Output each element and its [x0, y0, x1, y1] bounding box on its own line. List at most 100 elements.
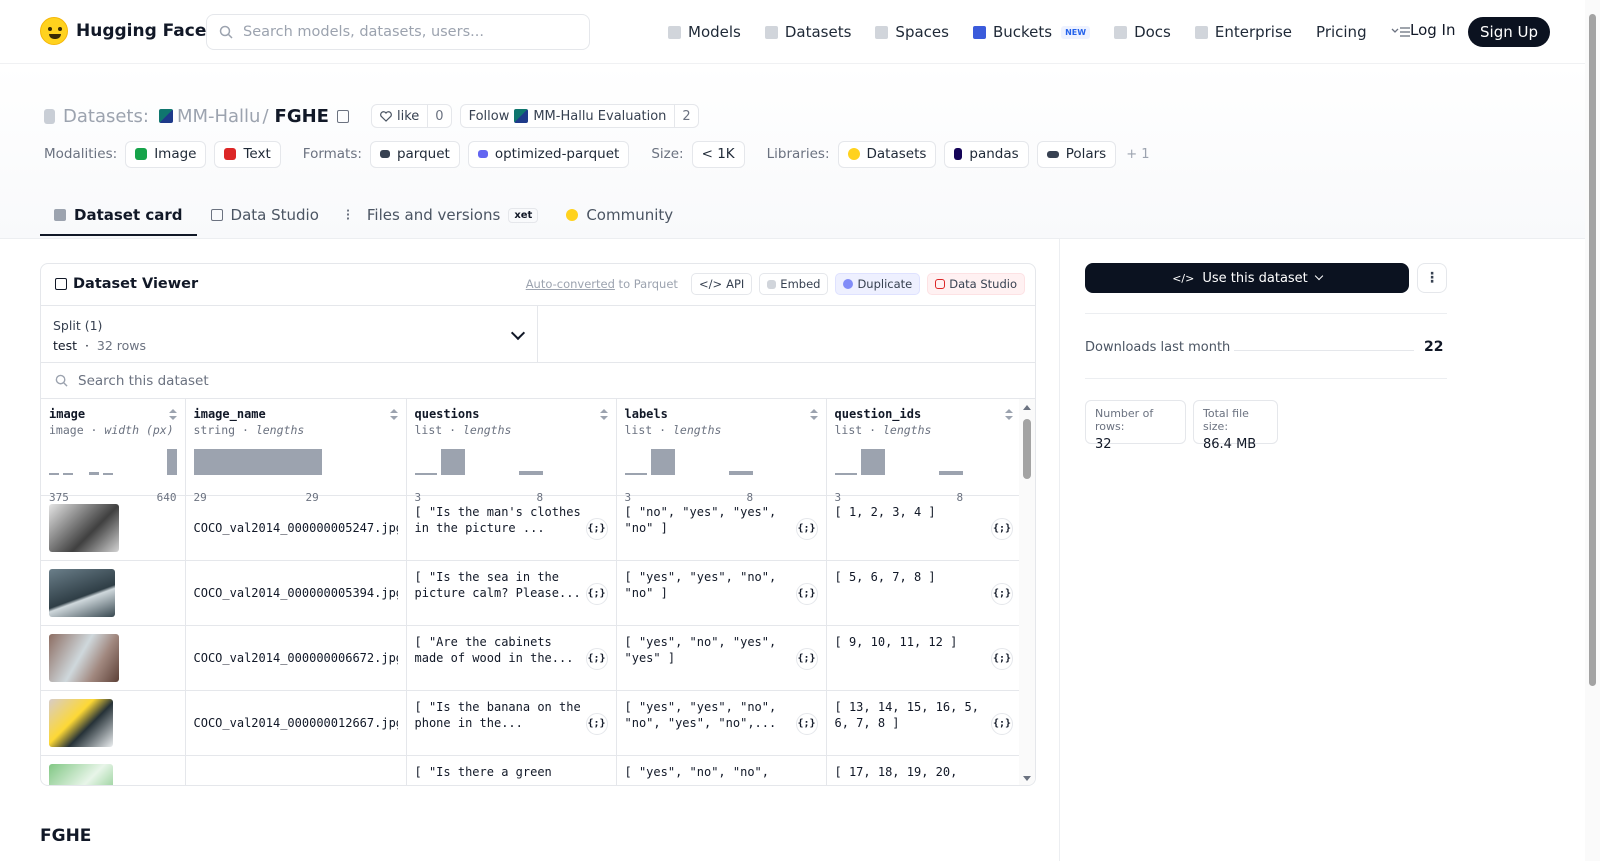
column-header-questions[interactable]: questions list · lengths 38: [406, 399, 617, 504]
labels-cell[interactable]: [ "yes", "yes", "no", "no", "yes", "no",…: [616, 690, 827, 756]
copy-icon[interactable]: [336, 109, 349, 123]
nav-pricing[interactable]: Pricing: [1316, 23, 1367, 41]
auto-converted-link[interactable]: Auto-converted: [526, 277, 615, 291]
data-studio-button[interactable]: Data Studio: [927, 273, 1025, 295]
json-expand-icon[interactable]: {;}: [991, 647, 1013, 670]
column-header-image[interactable]: image image · width (px) 375 640: [41, 399, 186, 504]
image-cell[interactable]: [41, 495, 186, 561]
use-this-dataset-button[interactable]: </> Use this dataset: [1085, 263, 1409, 293]
sort-icon[interactable]: [1005, 409, 1013, 421]
table-scrollbar[interactable]: [1019, 399, 1035, 785]
json-expand-icon[interactable]: {;}: [795, 712, 818, 735]
questions-cell[interactable]: [ "Is the man's clothes in the picture .…: [406, 495, 617, 561]
image-thumbnail[interactable]: [49, 633, 119, 682]
json-expand-icon[interactable]: {;}: [585, 647, 608, 670]
table-row[interactable]: COCO_val2014_000000012667.jpg [ "Is the …: [41, 690, 1021, 756]
tag-optimized-parquet[interactable]: optimized-parquet: [467, 140, 630, 168]
tag-polars[interactable]: Polars: [1036, 140, 1117, 168]
labels-cell[interactable]: [ "yes", "yes", "no", "no" ] {;}: [616, 560, 827, 626]
image-thumbnail[interactable]: [49, 503, 119, 552]
image-cell[interactable]: [41, 690, 186, 756]
split-selector[interactable]: Split (1) test · 32 rows: [41, 306, 538, 363]
questions-cell[interactable]: [ "Is the sea in the picture calm? Pleas…: [406, 560, 617, 626]
tab-community[interactable]: Community: [552, 196, 687, 234]
nav-spaces[interactable]: Spaces: [875, 23, 949, 41]
image-name-cell[interactable]: COCO_val2014_000000005247.jpg: [185, 495, 407, 561]
image-name-cell[interactable]: COCO_val2014_000000012667.jpg: [185, 690, 407, 756]
json-expand-icon[interactable]: {;}: [585, 517, 608, 540]
table-row[interactable]: [ "Is there a green [ "yes", "no", "no",…: [41, 755, 1021, 785]
breadcrumb-datasets[interactable]: Datasets:: [63, 106, 149, 127]
dataset-search-input[interactable]: Search this dataset: [41, 363, 1035, 399]
tag-size[interactable]: < 1K: [691, 140, 745, 168]
tag-text[interactable]: Text: [214, 140, 281, 168]
nav-docs[interactable]: Docs: [1114, 23, 1171, 41]
questions-cell[interactable]: [ "Is there a green: [406, 755, 617, 785]
global-search-input[interactable]: Search models, datasets, users...: [206, 14, 590, 50]
image-cell[interactable]: [41, 755, 186, 785]
login-link[interactable]: Log In: [1410, 21, 1456, 39]
image-name-cell[interactable]: COCO_val2014_000000006672.jpg: [185, 625, 407, 691]
table-row[interactable]: COCO_val2014_000000005247.jpg [ "Is the …: [41, 495, 1021, 561]
questions-cell[interactable]: [ "Are the cabinets made of wood in the.…: [406, 625, 617, 691]
tag-pandas[interactable]: pandas: [944, 140, 1029, 168]
nav-buckets[interactable]: Buckets NEW: [972, 23, 1091, 41]
tag-image[interactable]: Image: [125, 140, 207, 168]
scroll-up-icon[interactable]: [1023, 405, 1031, 410]
column-header-image-name[interactable]: image_name string · lengths 29 29: [185, 399, 407, 504]
question-ids-cell[interactable]: [ 13, 14, 15, 16, 5, 6, 7, 8 ] {;}: [826, 690, 1021, 756]
nav-enterprise[interactable]: Enterprise: [1194, 23, 1292, 41]
tab-data-studio[interactable]: Data Studio: [197, 196, 333, 234]
sort-icon[interactable]: [389, 409, 398, 421]
questions-cell[interactable]: [ "Is the banana on the phone in the...{…: [406, 690, 617, 756]
question-ids-cell[interactable]: [ 1, 2, 3, 4 ] {;}: [826, 495, 1021, 561]
embed-button[interactable]: Embed: [759, 273, 829, 295]
column-header-labels[interactable]: labels list · lengths 38: [616, 399, 827, 504]
scroll-down-icon[interactable]: [1023, 776, 1031, 781]
question-ids-cell[interactable]: [ 17, 18, 19, 20,: [826, 755, 1021, 785]
image-cell[interactable]: [41, 625, 186, 691]
more-libraries[interactable]: + 1: [1126, 147, 1149, 162]
scrollbar-thumb[interactable]: [1023, 419, 1031, 479]
like-button[interactable]: like 0: [370, 104, 452, 128]
tab-dataset-card[interactable]: Dataset card: [40, 196, 197, 236]
sort-icon[interactable]: [168, 409, 177, 421]
question-ids-cell[interactable]: [ 5, 6, 7, 8 ] {;}: [826, 560, 1021, 626]
labels-cell[interactable]: [ "yes", "no", "yes", "yes" ] {;}: [616, 625, 827, 691]
image-thumbnail[interactable]: [49, 568, 115, 617]
json-expand-icon[interactable]: {;}: [991, 517, 1013, 540]
image-name-cell[interactable]: [185, 755, 407, 785]
table-row[interactable]: COCO_val2014_000000006672.jpg [ "Are the…: [41, 625, 1021, 691]
image-thumbnail[interactable]: [49, 763, 113, 785]
api-button[interactable]: </> API: [690, 273, 753, 295]
nav-models[interactable]: Models: [668, 23, 741, 41]
breadcrumb-org[interactable]: MM-Hallu: [177, 106, 261, 127]
dataset-name[interactable]: FGHE: [275, 106, 329, 127]
page-scrollbar-thumb[interactable]: [1589, 14, 1596, 686]
column-header-question-ids[interactable]: question_ids list · lengths 38: [826, 399, 1021, 504]
image-thumbnail[interactable]: [49, 698, 113, 747]
labels-cell[interactable]: [ "no", "yes", "yes", "no" ] {;}: [616, 495, 827, 561]
json-expand-icon[interactable]: {;}: [585, 582, 608, 605]
json-expand-icon[interactable]: {;}: [795, 582, 818, 605]
tab-files-and-versions[interactable]: Files and versions xet: [333, 196, 552, 234]
json-expand-icon[interactable]: {;}: [795, 647, 818, 670]
question-ids-cell[interactable]: [ 9, 10, 11, 12 ] {;}: [826, 625, 1021, 691]
nav-more-menu[interactable]: [1391, 26, 1411, 38]
tag-datasets-lib[interactable]: Datasets: [837, 140, 937, 168]
json-expand-icon[interactable]: {;}: [795, 517, 818, 540]
sort-icon[interactable]: [599, 409, 608, 421]
follow-org-button[interactable]: Follow MM-Hallu Evaluation 2: [459, 104, 699, 128]
image-cell[interactable]: [41, 560, 186, 626]
nav-datasets[interactable]: Datasets: [764, 23, 851, 41]
labels-cell[interactable]: [ "yes", "no", "no",: [616, 755, 827, 785]
page-scrollbar[interactable]: [1585, 0, 1600, 861]
table-row[interactable]: COCO_val2014_000000005394.jpg [ "Is the …: [41, 560, 1021, 626]
sort-icon[interactable]: [809, 409, 818, 421]
json-expand-icon[interactable]: {;}: [585, 712, 608, 735]
image-name-cell[interactable]: COCO_val2014_000000005394.jpg: [185, 560, 407, 626]
json-expand-icon[interactable]: {;}: [991, 712, 1013, 735]
brand-logo[interactable]: Hugging Face: [40, 17, 206, 45]
json-expand-icon[interactable]: {;}: [991, 582, 1013, 605]
duplicate-button[interactable]: Duplicate: [835, 273, 921, 295]
